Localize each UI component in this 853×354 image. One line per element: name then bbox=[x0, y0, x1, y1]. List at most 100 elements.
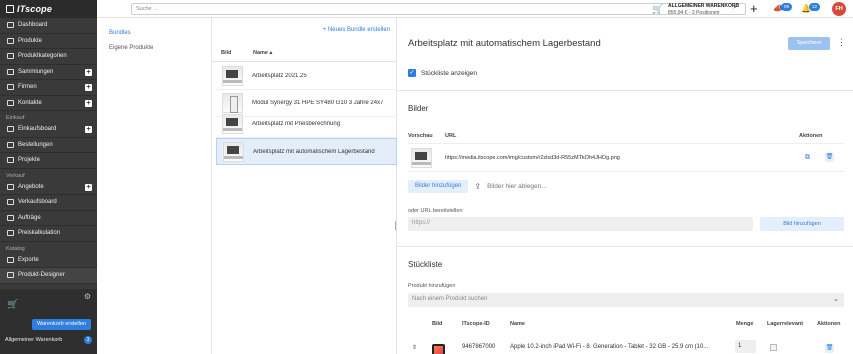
trash-icon[interactable]: 🗑 bbox=[825, 344, 834, 353]
cart-title[interactable]: ALLGEMEINER WARENKORB bbox=[668, 3, 739, 9]
bundle-thumbnail bbox=[222, 93, 243, 113]
offer-icon bbox=[7, 183, 14, 190]
upload-row: Bilder hinzufügen ⇪ Bilder hier ablegen.… bbox=[408, 180, 547, 193]
sidebar-item-bestellungen[interactable]: Bestellungen bbox=[0, 138, 97, 153]
list-item[interactable]: Arbeitsplatz mit Preisberechnung bbox=[216, 111, 397, 138]
cart-count-badge: 3 bbox=[84, 336, 92, 344]
category-icon bbox=[7, 53, 14, 60]
cart-panel: ⚙ 🛒 Warenkorb erstellen Allgemeiner Ware… bbox=[0, 289, 97, 354]
quantity-input[interactable]: 1 bbox=[735, 340, 756, 353]
project-icon bbox=[7, 157, 14, 164]
drop-zone[interactable]: Bilder hier ablegen... bbox=[487, 183, 547, 190]
divider bbox=[397, 246, 853, 247]
board-icon bbox=[7, 126, 14, 133]
sidebar-item-auftraege[interactable]: Aufträge bbox=[0, 211, 97, 226]
news-badge: 99 bbox=[781, 3, 792, 11]
dashboard-icon bbox=[7, 22, 14, 29]
images-table-header: Vorschau URL Aktionen bbox=[408, 133, 823, 139]
drag-handle-icon[interactable]: ⇕ bbox=[412, 344, 417, 351]
divider bbox=[397, 90, 853, 91]
monitor-icon bbox=[7, 37, 14, 44]
tab-bundles[interactable]: Bundles bbox=[109, 30, 211, 36]
sidebar-item-einkaufsboard[interactable]: Einkaufsboard + bbox=[0, 122, 97, 138]
product-id: 9467867000 bbox=[462, 344, 496, 350]
table-row: https://media.itscope.com/img/custom/r2z… bbox=[408, 143, 844, 172]
upload-icon: ⇪ bbox=[474, 182, 482, 191]
new-bundle-button[interactable]: + Neues Bundle erstellen bbox=[323, 27, 390, 33]
col-name-header[interactable]: Name ▴ bbox=[253, 50, 272, 56]
add-einkauf-button[interactable]: + bbox=[85, 126, 92, 133]
save-button[interactable]: Speichern bbox=[788, 37, 830, 50]
tabs-panel: Bundles Eigene Produkte bbox=[97, 18, 212, 354]
sidebar-item-angebote[interactable]: Angebote + bbox=[0, 180, 97, 195]
bundle-thumbnail bbox=[222, 66, 243, 86]
logo-icon bbox=[6, 5, 14, 13]
bundle-thumbnail bbox=[223, 141, 244, 162]
add-sammlung-button[interactable]: + bbox=[85, 68, 92, 76]
tab-eigene-produkte[interactable]: Eigene Produkte bbox=[109, 45, 211, 51]
add-angebot-button[interactable]: + bbox=[85, 183, 92, 191]
sort-icon: ▴ bbox=[269, 50, 273, 56]
stock-relevant-checkbox[interactable] bbox=[770, 344, 777, 351]
sidebar-item-exporte[interactable]: Exporte bbox=[0, 253, 97, 268]
sidebar-item-dashboard[interactable]: Dashboard bbox=[0, 18, 97, 34]
copy-icon[interactable]: ⧉ bbox=[805, 154, 810, 162]
add-icon[interactable]: + bbox=[750, 1, 758, 16]
notification-badge: 12 bbox=[809, 3, 820, 11]
add-kontakt-button[interactable]: + bbox=[85, 99, 92, 107]
sidebar-item-sammlungen[interactable]: Sammlungen + bbox=[0, 65, 97, 80]
sidebar-item-produkte[interactable]: Produkte bbox=[0, 34, 97, 49]
list-item[interactable]: Arbeitsplatz 2021.25 bbox=[216, 63, 397, 90]
sidebar-item-firmen[interactable]: Firmen + bbox=[0, 80, 97, 96]
image-url: https://media.itscope.com/img/custom/r2z… bbox=[445, 155, 620, 161]
images-table: Vorschau URL Aktionen https://media.itsc… bbox=[408, 131, 844, 172]
image-preview bbox=[411, 148, 432, 168]
avatar[interactable]: FH bbox=[832, 2, 846, 16]
checkbox-label: Stückliste anzeigen bbox=[421, 69, 478, 77]
bundle-list: + Neues Bundle erstellen Bild Name ▴ Arb… bbox=[212, 18, 397, 354]
sidebar-item-produktkategorien[interactable]: Produktkategorien bbox=[0, 49, 97, 65]
checkbox-checked[interactable]: ✓ bbox=[408, 69, 416, 77]
trash-icon[interactable]: 🗑 bbox=[825, 153, 834, 162]
cart-icon[interactable]: 🛒 bbox=[652, 4, 663, 15]
bundle-detail: Arbeitsplatz mit automatischem Lagerbest… bbox=[397, 18, 853, 354]
collection-icon bbox=[7, 68, 14, 75]
cart-name[interactable]: Allgemeiner Warenkorb bbox=[5, 337, 62, 343]
order-icon bbox=[7, 214, 14, 221]
more-options-icon[interactable]: ⋮ bbox=[837, 37, 846, 48]
chevron-down-icon: ⌄ bbox=[833, 296, 839, 303]
sidebar-item-produkt-designer[interactable]: Produkt-Designer bbox=[0, 268, 97, 284]
show-bom-toggle[interactable]: ✓ Stückliste anzeigen bbox=[408, 69, 477, 77]
bom-table-header: Bild ITscope-ID Name Menge Lagerrelevant… bbox=[432, 321, 841, 327]
images-section-title: Bilder bbox=[408, 104, 429, 113]
add-firma-button[interactable]: + bbox=[85, 84, 92, 91]
add-images-button[interactable]: Bilder hinzufügen bbox=[408, 180, 469, 193]
brand-name: ITscope bbox=[17, 4, 53, 14]
board-icon bbox=[7, 199, 14, 206]
company-icon bbox=[7, 84, 14, 91]
calculator-icon bbox=[7, 230, 14, 237]
section-einkauf: Einkauf bbox=[6, 115, 25, 121]
order-icon bbox=[7, 141, 14, 148]
sidebar-item-preiskalkulation[interactable]: Preiskalkulation bbox=[0, 226, 97, 242]
cart-summary: 855,94 € - 3 Positionen bbox=[668, 10, 720, 16]
gear-icon[interactable]: ⚙ bbox=[84, 292, 91, 301]
sidebar-item-kontakte[interactable]: Kontakte + bbox=[0, 96, 97, 111]
list-item-selected[interactable]: Arbeitsplatz mit automatischem Lagerbest… bbox=[216, 138, 397, 165]
top-bar: Suche ... ⌕ 🛒 ALLGEMEINER WARENKORB 855,… bbox=[97, 0, 853, 18]
sidebar-item-projekte[interactable]: Projekte bbox=[0, 153, 97, 169]
section-verkauf: Verkauf bbox=[6, 172, 25, 179]
add-image-url-button[interactable]: Bild hinzufügen bbox=[760, 217, 844, 231]
list-header: Bild Name ▴ bbox=[212, 48, 397, 62]
table-row: ⇕ 9467867000 Apple 10.2-inch iPad Wi-Fi … bbox=[408, 336, 844, 354]
bundle-thumbnail bbox=[222, 114, 243, 134]
create-cart-button[interactable]: Warenkorb erstellen bbox=[32, 319, 91, 330]
brand-logo[interactable]: ITscope bbox=[0, 0, 97, 18]
product-name[interactable]: Apple 10.2-inch iPad Wi-Fi - 8. Generati… bbox=[510, 344, 708, 350]
sidebar-item-verkaufsboard[interactable]: Verkaufsboard bbox=[0, 195, 97, 211]
export-icon bbox=[7, 256, 14, 263]
url-input[interactable]: https:// bbox=[408, 217, 753, 231]
bom-section-title: Stückliste bbox=[408, 260, 443, 269]
cart-icon[interactable]: 🛒 bbox=[7, 299, 18, 310]
product-search-select[interactable]: Nach einem Produkt suchen ⌄ bbox=[408, 293, 844, 307]
